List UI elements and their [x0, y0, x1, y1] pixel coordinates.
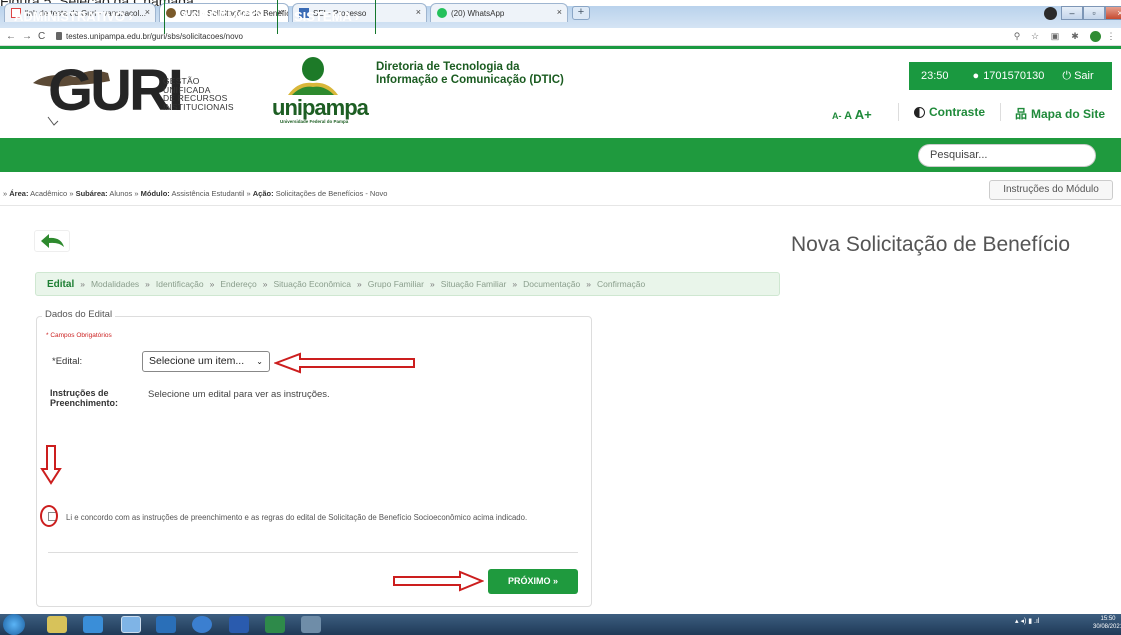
maximize-button[interactable]: ▫ — [1083, 6, 1105, 20]
close-icon[interactable]: × — [557, 7, 562, 17]
app-icon[interactable] — [192, 616, 212, 633]
required-note: * Campos Obrigatórios — [46, 332, 112, 339]
instructions-label: Instruções de Preenchimento: — [50, 388, 119, 408]
profile-icon[interactable] — [1044, 7, 1057, 20]
module-instructions-button[interactable]: Instruções do Módulo — [989, 180, 1113, 200]
menu-sistema[interactable]: SISTEMA › — [280, 0, 373, 34]
unipampa-tree-icon — [288, 57, 338, 95]
extension-icon[interactable]: ▣ — [1050, 31, 1060, 41]
window-close-button[interactable]: × — [1105, 6, 1121, 20]
star-icon[interactable]: ☆ — [1030, 31, 1040, 41]
unipampa-word: unipampa — [272, 95, 369, 120]
undo-arrow-icon — [41, 234, 64, 248]
annotation-circle — [40, 505, 58, 527]
instructions-text: Selecione um edital para ver as instruçõ… — [148, 389, 330, 400]
edital-label: *Edital: — [52, 356, 83, 367]
step-endereco: Endereço — [220, 279, 257, 289]
logout-link[interactable]: Sair — [1074, 70, 1094, 82]
unipampa-subtitle: Universidade Federal do Pampa — [280, 119, 349, 124]
ie-icon[interactable] — [83, 616, 103, 633]
media-player-icon[interactable] — [156, 616, 176, 633]
font-size-controls: A- A A+ — [832, 107, 872, 122]
user-id[interactable]: 1701570130 — [983, 70, 1044, 82]
paint-icon[interactable] — [301, 616, 321, 633]
page-title: Nova Solicitação de Benefício — [791, 233, 1070, 256]
menu-academico[interactable]: ACADÊMICO › — [167, 0, 283, 34]
next-button[interactable]: PRÓXIMO » — [488, 569, 578, 594]
font-large-button[interactable]: A+ — [855, 107, 872, 122]
step-situacao-familiar: Situação Familiar — [440, 279, 507, 289]
gestao-text: GESTÃO UNIFICADA DE RECURSOS INSTITUCIONAIS — [163, 76, 234, 112]
explorer-icon[interactable] — [47, 616, 67, 633]
account-icon[interactable] — [1090, 31, 1101, 42]
minimize-button[interactable]: ‒ — [1061, 6, 1083, 20]
menu-administrativo[interactable]: ADMINISTRATIVO › — [0, 0, 147, 34]
word-icon[interactable] — [229, 616, 249, 633]
menu-icon[interactable]: ⋮ — [1106, 31, 1116, 41]
dtic-title: Diretoria de Tecnologia da Informação e … — [376, 61, 564, 86]
sitemap-icon: 品 — [1015, 107, 1028, 121]
font-normal-button[interactable]: A — [844, 110, 852, 122]
annotation-arrow-left-icon — [274, 352, 415, 374]
sitemap-link[interactable]: 品 Mapa do Site — [1015, 105, 1105, 122]
step-confirmacao: Confirmação — [597, 279, 646, 289]
step-grupo-familiar: Grupo Familiar — [367, 279, 424, 289]
wizard-steps: Edital» Modalidades» Identificação» Endereç… — [35, 272, 780, 296]
step-documentacao: Documentação — [523, 279, 581, 289]
browser-tab-whatsapp[interactable]: (20) WhatsApp × — [430, 3, 568, 22]
system-tray: ▴ ◂) ▮ .ıl — [1015, 618, 1040, 625]
breadcrumb: » Área: Acadêmico » Subárea: Alunos » Mó… — [0, 182, 1121, 206]
user-icon: ● — [972, 70, 980, 82]
power-icon[interactable]: ⏻ — [1062, 70, 1071, 83]
chevron-down-icon: ⌄ — [256, 357, 263, 366]
step-modalidades: Modalidades — [90, 279, 140, 289]
window-controls: ‒ ▫ × — [1061, 6, 1121, 20]
unipampa-logo: unipampa Universidade Federal do Pampa — [272, 55, 372, 124]
zoom-icon[interactable]: ⚲ — [1012, 31, 1022, 41]
step-edital: Edital — [47, 279, 75, 290]
divider — [48, 552, 578, 553]
step-situacao-economica: Situação Econômica — [273, 279, 352, 289]
puzzle-icon[interactable]: ✱ — [1070, 31, 1080, 41]
contrast-toggle[interactable]: Contraste — [914, 105, 985, 119]
font-small-button[interactable]: A- — [832, 111, 842, 121]
back-button[interactable] — [34, 230, 70, 252]
fieldset-legend: Dados do Edital — [42, 309, 116, 320]
whatsapp-icon — [437, 8, 447, 18]
chrome-icon[interactable] — [121, 616, 141, 633]
guri-logo-text: GURI — [48, 58, 184, 123]
search-input[interactable]: Pesquisar... — [918, 144, 1096, 167]
annotation-arrow-right-icon — [393, 570, 484, 592]
step-identificacao: Identificação — [155, 279, 204, 289]
annotation-arrow-down-icon — [40, 445, 62, 485]
edital-select[interactable]: Selecione um item... ⌄ — [142, 351, 270, 372]
start-button[interactable] — [3, 614, 25, 635]
clock: 15:50 30/08/2021 — [1093, 616, 1121, 630]
new-tab-button[interactable]: + — [572, 6, 590, 20]
screen: { "caption": "Figura 5: Seleção da Chama… — [0, 0, 1121, 635]
tab-label: (20) WhatsApp — [451, 8, 505, 18]
session-time: 23:50 — [921, 70, 949, 82]
agree-label: Li e concordo com as instruções de preen… — [66, 513, 528, 522]
close-icon[interactable]: × — [416, 7, 421, 17]
divider — [1000, 103, 1001, 121]
excel-icon[interactable] — [265, 616, 285, 633]
user-bar: 23:50 ● 1701570130 ⏻ Sair — [909, 62, 1112, 90]
divider — [898, 103, 899, 121]
contrast-icon — [914, 106, 925, 118]
